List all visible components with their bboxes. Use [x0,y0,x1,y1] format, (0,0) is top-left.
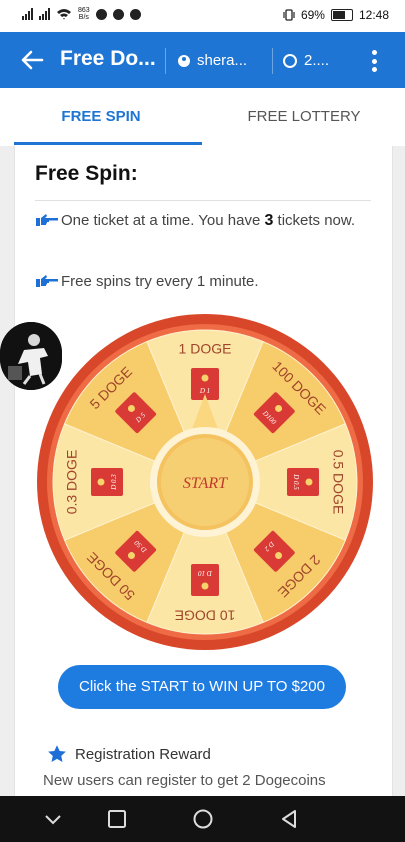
tab-free-spin[interactable]: FREE SPIN [0,88,202,146]
signal-icon-2 [39,8,50,20]
balance-chip[interactable]: 2.... [283,52,329,69]
more-menu-icon[interactable] [371,50,377,72]
battery-icon [330,9,353,21]
active-tab-indicator [14,142,202,145]
wifi-icon [57,9,71,20]
pointing-hand-icon [36,275,58,287]
tab-bar: FREE SPIN FREE LOTTERY [0,88,405,146]
net-speed: 863 B/s [78,7,90,21]
messenger-icon [95,8,107,20]
account-icon [178,54,190,67]
back-icon[interactable] [278,808,300,830]
free-spin-card: Free Spin: One ticket at a time. You hav… [14,146,393,796]
status-bar: 863 B/s 69% 12:48 [0,0,405,32]
tab-free-lottery[interactable]: FREE LOTTERY [203,88,405,146]
coin-icon [283,53,297,68]
divider [272,48,273,74]
spin-frequency-info: Free spins try every 1 minute. [35,271,375,293]
vibrate-icon [283,9,295,21]
person-photo-icon [0,322,62,390]
prize-ticket-label: D 0.3 [110,474,118,491]
ticket-info: One ticket at a time. You have 3 tickets… [35,210,375,232]
app-notification-icon [129,8,141,20]
prize-ticket-icon: D 0.3 [91,468,123,496]
clock: 12:48 [358,8,389,22]
recents-icon[interactable] [106,808,128,830]
wheel-segment-label: 10 DOGE [175,607,236,623]
registration-reward-description: New users can register to get 2 Dogecoin… [43,772,326,789]
wheel-segment-label: 1 DOGE [179,341,232,357]
wheel-segment-label: 0.5 DOGE [330,450,346,515]
prize-ticket-label: D 0.5 [292,473,300,490]
page-title: Free Do... [60,47,156,70]
username: shera... [197,52,248,69]
floating-avatar[interactable] [0,322,62,390]
app-bar: Free Do... shera... 2.... [0,32,405,88]
prize-ticket-label: D 10 [198,569,213,577]
divider [35,200,371,201]
star-icon [48,745,66,762]
pointing-hand-icon [36,214,58,226]
user-chip[interactable]: shera... [178,52,247,69]
win-cta-button[interactable]: Click the START to WIN UP TO $200 [58,665,346,709]
prize-ticket-icon: D 10 [191,564,219,596]
divider [165,48,166,74]
start-label[interactable]: START [183,475,228,492]
prize-ticket-label: D 1 [199,387,210,395]
back-arrow-icon[interactable] [18,46,46,74]
home-icon[interactable] [192,808,214,830]
registration-reward-title: Registration Reward [47,744,211,764]
card-title: Free Spin: [35,162,138,185]
spin-wheel[interactable]: 1 DOGE100 DOGE0.5 DOGE2 DOGE10 DOGE50 DO… [35,312,375,652]
battery-percent: 69% [300,8,325,22]
notification-icon [112,8,124,20]
wheel-segment-label: 0.3 DOGE [64,450,80,515]
prize-ticket-icon: D 0.5 [287,468,319,496]
system-nav-bar [0,796,405,842]
balance-value: 2.... [304,52,330,69]
chevron-down-icon[interactable] [42,808,64,830]
signal-icon [22,8,33,20]
